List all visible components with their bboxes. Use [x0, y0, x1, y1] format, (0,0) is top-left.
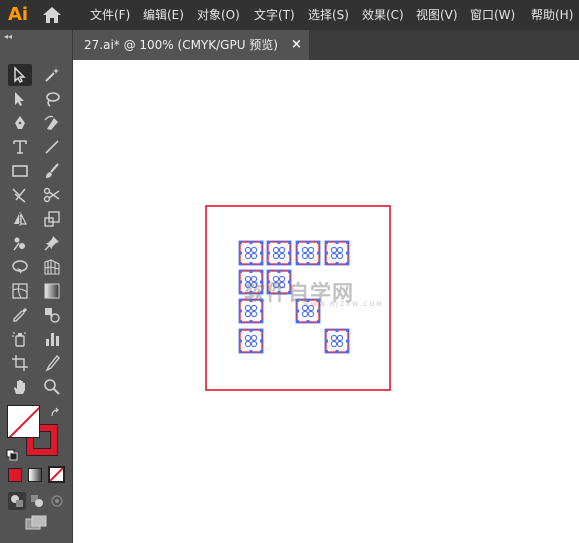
draw-inside-icon[interactable]	[48, 492, 66, 510]
gradient-tool-icon[interactable]	[40, 280, 64, 302]
direct-selection-tool-icon[interactable]	[8, 88, 32, 110]
app-logo: Ai	[7, 4, 29, 25]
lasso-tool-icon[interactable]	[40, 88, 64, 110]
menu-effect[interactable]: 效果(C)	[362, 0, 404, 30]
mesh-tool-icon[interactable]	[8, 280, 32, 302]
close-tab-icon[interactable]: ×	[291, 30, 307, 60]
menu-window[interactable]: 窗口(W)	[470, 0, 515, 30]
home-icon[interactable]	[42, 6, 62, 24]
type-tool-icon[interactable]	[8, 136, 32, 158]
line-segment-tool-icon[interactable]	[40, 136, 64, 158]
hand-tool-icon[interactable]	[8, 376, 32, 398]
pattern-tile[interactable]	[295, 240, 321, 266]
color-mode-button[interactable]	[8, 468, 22, 482]
slice-tool-icon[interactable]	[40, 352, 64, 374]
document-tab[interactable]: 27.ai* @ 100% (CMYK/GPU 预览)	[73, 30, 309, 60]
menu-bar: Ai 文件(F) 编辑(E) 对象(O) 文字(T) 选择(S) 效果(C) 视…	[0, 0, 579, 30]
curvature-tool-icon[interactable]	[40, 112, 64, 134]
default-fill-stroke-icon[interactable]	[6, 446, 18, 461]
rectangle-tool-icon[interactable]	[8, 160, 32, 182]
pattern-tile[interactable]	[266, 240, 292, 266]
none-mode-button[interactable]	[48, 466, 65, 483]
menu-select[interactable]: 选择(S)	[308, 0, 349, 30]
document-tab-bar: 27.ai* @ 100% (CMYK/GPU 预览) ×	[73, 30, 579, 60]
artboard-tool-icon[interactable]	[8, 352, 32, 374]
pattern-tile[interactable]	[324, 240, 350, 266]
fill-swatch[interactable]	[7, 405, 40, 438]
draw-behind-icon[interactable]	[28, 492, 46, 510]
pattern-tile[interactable]	[238, 328, 264, 354]
pattern-tile[interactable]	[324, 328, 350, 354]
watermark-url: WWW.RJZXW.COM	[303, 301, 384, 308]
shaper-tool-icon[interactable]	[8, 184, 32, 206]
menu-object[interactable]: 对象(O)	[197, 0, 240, 30]
scissors-tool-icon[interactable]	[40, 184, 64, 206]
pen-tool-icon[interactable]	[8, 112, 32, 134]
symbol-sprayer-tool-icon[interactable]	[8, 328, 32, 350]
zoom-tool-icon[interactable]	[40, 376, 64, 398]
puppet-warp-tool-icon[interactable]	[8, 232, 32, 254]
pattern-tile[interactable]	[238, 240, 264, 266]
draw-normal-icon[interactable]	[8, 492, 26, 510]
artboard-canvas[interactable]: 软件自学网 WWW.RJZXW.COM	[73, 60, 579, 543]
blend-tool-icon[interactable]	[40, 304, 64, 326]
free-transform-tool-icon[interactable]	[8, 256, 32, 278]
paintbrush-tool-icon[interactable]	[40, 160, 64, 182]
menu-view[interactable]: 视图(V)	[416, 0, 458, 30]
pin-tool-icon[interactable]	[40, 232, 64, 254]
perspective-grid-tool-icon[interactable]	[40, 256, 64, 278]
screen-mode-icon[interactable]	[24, 514, 48, 532]
menu-type[interactable]: 文字(T)	[254, 0, 295, 30]
collapse-panel-icon[interactable]: ◂◂	[4, 32, 12, 41]
selection-tool-icon[interactable]	[8, 64, 32, 86]
document-tab-title: 27.ai* @ 100% (CMYK/GPU 预览)	[84, 38, 278, 52]
swap-fill-stroke-icon[interactable]	[50, 404, 62, 417]
eyedropper-tool-icon[interactable]	[8, 304, 32, 326]
scale-tool-icon[interactable]	[40, 208, 64, 230]
menu-edit[interactable]: 编辑(E)	[143, 0, 184, 30]
menu-file[interactable]: 文件(F)	[90, 0, 130, 30]
column-graph-tool-icon[interactable]	[40, 328, 64, 350]
gradient-mode-button[interactable]	[28, 468, 42, 482]
magic-wand-tool-icon[interactable]	[40, 64, 64, 86]
tools-panel: ◂◂	[0, 30, 73, 543]
menu-help[interactable]: 帮助(H)	[531, 0, 573, 30]
reflect-tool-icon[interactable]	[8, 208, 32, 230]
